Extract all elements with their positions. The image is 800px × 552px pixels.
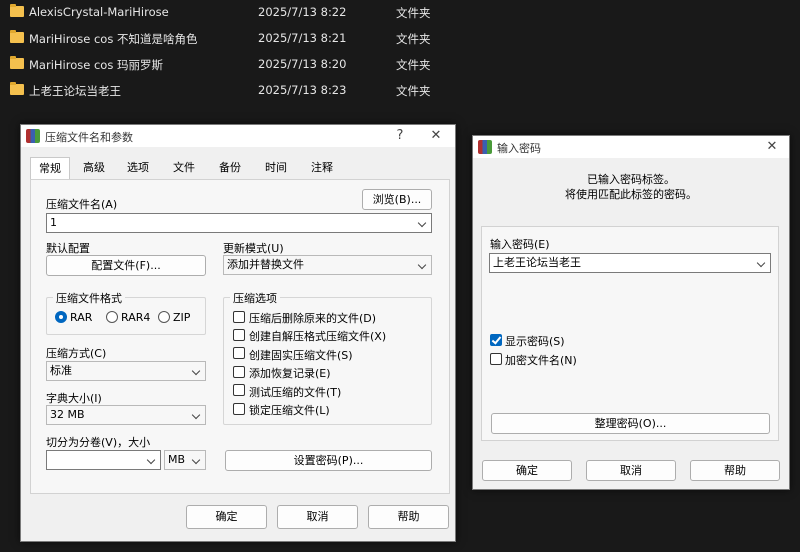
chevron-down-icon[interactable]	[417, 256, 429, 274]
winrar-icon	[26, 129, 40, 143]
chevron-down-icon[interactable]	[417, 214, 429, 232]
update-mode-select[interactable]: 添加并替换文件	[223, 255, 432, 275]
tab-comment[interactable]: 注释	[304, 157, 340, 179]
tab-backup[interactable]: 备份	[212, 157, 248, 179]
file-date: 2025/7/13 8:22	[258, 5, 347, 19]
info-line-2: 将使用匹配此标签的密码。	[565, 188, 697, 201]
list-item[interactable]: AlexisCrystal-MariHirose 2025/7/13 8:22 …	[0, 0, 470, 26]
ok-button[interactable]: 确定	[186, 505, 267, 529]
file-name: AlexisCrystal-MariHirose	[29, 5, 169, 19]
option-checkbox-lock[interactable]	[233, 403, 245, 415]
file-type: 文件夹	[396, 58, 431, 72]
cancel-button[interactable]: 取消	[277, 505, 358, 529]
dict-label: 字典大小(I)	[46, 392, 102, 405]
folder-icon	[10, 82, 24, 95]
split-size-input[interactable]	[46, 450, 161, 470]
tab-files[interactable]: 文件	[166, 157, 202, 179]
chevron-down-icon[interactable]	[191, 451, 203, 469]
chevron-down-icon[interactable]	[756, 254, 768, 272]
dict-value: 32 MB	[50, 408, 85, 421]
tab-options[interactable]: 选项	[120, 157, 156, 179]
options-group-title: 压缩选项	[230, 290, 280, 306]
cancel-button[interactable]: 取消	[586, 460, 676, 481]
file-name: 上老王论坛当老王	[29, 84, 121, 98]
tab-time[interactable]: 时间	[258, 157, 294, 179]
dialog-title: 压缩文件名和参数	[45, 131, 133, 144]
folder-icon	[10, 30, 24, 43]
format-label-zip: ZIP	[173, 311, 191, 324]
option-label-delete: 压缩后删除原来的文件(D)	[249, 312, 377, 325]
list-item[interactable]: MariHirose cos 玛丽罗斯 2025/7/13 8:20 文件夹	[0, 52, 470, 78]
option-label-lock: 锁定压缩文件(L)	[249, 404, 330, 417]
format-label-rar: RAR	[70, 311, 93, 324]
password-label: 输入密码(E)	[490, 238, 550, 251]
file-type: 文件夹	[396, 6, 431, 20]
winrar-icon	[478, 140, 492, 154]
update-mode-value: 添加并替换文件	[227, 258, 304, 271]
method-value: 标准	[50, 364, 72, 377]
format-radio-zip[interactable]	[158, 311, 170, 323]
info-line-1: 已输入密码标签。	[587, 173, 675, 186]
option-label-test: 测试压缩的文件(T)	[249, 386, 342, 399]
organize-passwords-button[interactable]: 整理密码(O)...	[491, 413, 770, 434]
title-bar: 输入密码 ✕	[473, 136, 789, 158]
option-checkbox-sfx[interactable]	[233, 329, 245, 341]
option-checkbox-solid[interactable]	[233, 347, 245, 359]
list-item[interactable]: 上老王论坛当老王 2025/7/13 8:23 文件夹	[0, 78, 470, 104]
help-button[interactable]: 帮助	[368, 505, 449, 529]
split-unit-select[interactable]: MB	[164, 450, 206, 470]
option-checkbox-recovery[interactable]	[233, 366, 245, 378]
method-label: 压缩方式(C)	[46, 347, 107, 360]
format-radio-rar4[interactable]	[106, 311, 118, 323]
dialog-title: 输入密码	[497, 142, 541, 155]
help-button[interactable]: 帮助	[690, 460, 780, 481]
title-bar: 压缩文件名和参数 ? ✕	[21, 125, 455, 147]
file-name: MariHirose cos 不知道是啥角色	[29, 32, 198, 46]
folder-icon	[10, 56, 24, 69]
option-checkbox-delete[interactable]	[233, 311, 245, 323]
password-value: 上老王论坛当老王	[493, 256, 581, 269]
password-input[interactable]: 上老王论坛当老王	[489, 253, 771, 273]
chevron-down-icon[interactable]	[191, 362, 203, 380]
set-password-button[interactable]: 设置密码(P)...	[225, 450, 432, 471]
folder-icon	[10, 4, 24, 17]
chevron-down-icon[interactable]	[146, 451, 158, 469]
archive-name-label: 压缩文件名(A)	[46, 198, 118, 211]
option-label-recovery: 添加恢复记录(E)	[249, 367, 331, 380]
list-item[interactable]: MariHirose cos 不知道是啥角色 2025/7/13 8:21 文件…	[0, 26, 470, 52]
show-password-checkbox[interactable]	[490, 334, 502, 346]
chevron-down-icon[interactable]	[191, 406, 203, 424]
format-group-title: 压缩文件格式	[53, 290, 125, 306]
format-radio-rar[interactable]	[55, 311, 67, 323]
show-password-label: 显示密码(S)	[505, 335, 565, 348]
browse-button[interactable]: 浏览(B)...	[362, 189, 432, 210]
option-label-sfx: 创建自解压格式压缩文件(X)	[249, 330, 387, 343]
default-profile-label: 默认配置	[46, 242, 90, 255]
archive-name-value: 1	[50, 216, 57, 229]
update-mode-label: 更新模式(U)	[223, 242, 284, 255]
file-date: 2025/7/13 8:23	[258, 83, 347, 97]
format-label-rar4: RAR4	[121, 311, 151, 324]
file-date: 2025/7/13 8:20	[258, 57, 347, 71]
method-select[interactable]: 标准	[46, 361, 206, 381]
file-type: 文件夹	[396, 32, 431, 46]
file-type: 文件夹	[396, 84, 431, 98]
profile-button[interactable]: 配置文件(F)...	[46, 255, 206, 276]
split-label: 切分为分卷(V)，大小	[46, 436, 151, 449]
encrypt-names-label: 加密文件名(N)	[505, 354, 577, 367]
help-question-icon[interactable]: ?	[389, 127, 411, 145]
option-label-solid: 创建固实压缩文件(S)	[249, 349, 353, 362]
dict-select[interactable]: 32 MB	[46, 405, 206, 425]
close-icon[interactable]: ✕	[425, 127, 447, 145]
close-icon[interactable]: ✕	[761, 138, 783, 156]
tab-advanced[interactable]: 高级	[76, 157, 112, 179]
archive-name-input[interactable]: 1	[46, 213, 432, 233]
tab-general[interactable]: 常规	[30, 157, 70, 181]
file-name: MariHirose cos 玛丽罗斯	[29, 58, 163, 72]
file-date: 2025/7/13 8:21	[258, 31, 347, 45]
option-checkbox-test[interactable]	[233, 384, 245, 396]
encrypt-names-checkbox[interactable]	[490, 353, 502, 365]
split-unit-value: MB	[168, 453, 186, 466]
ok-button[interactable]: 确定	[482, 460, 572, 481]
